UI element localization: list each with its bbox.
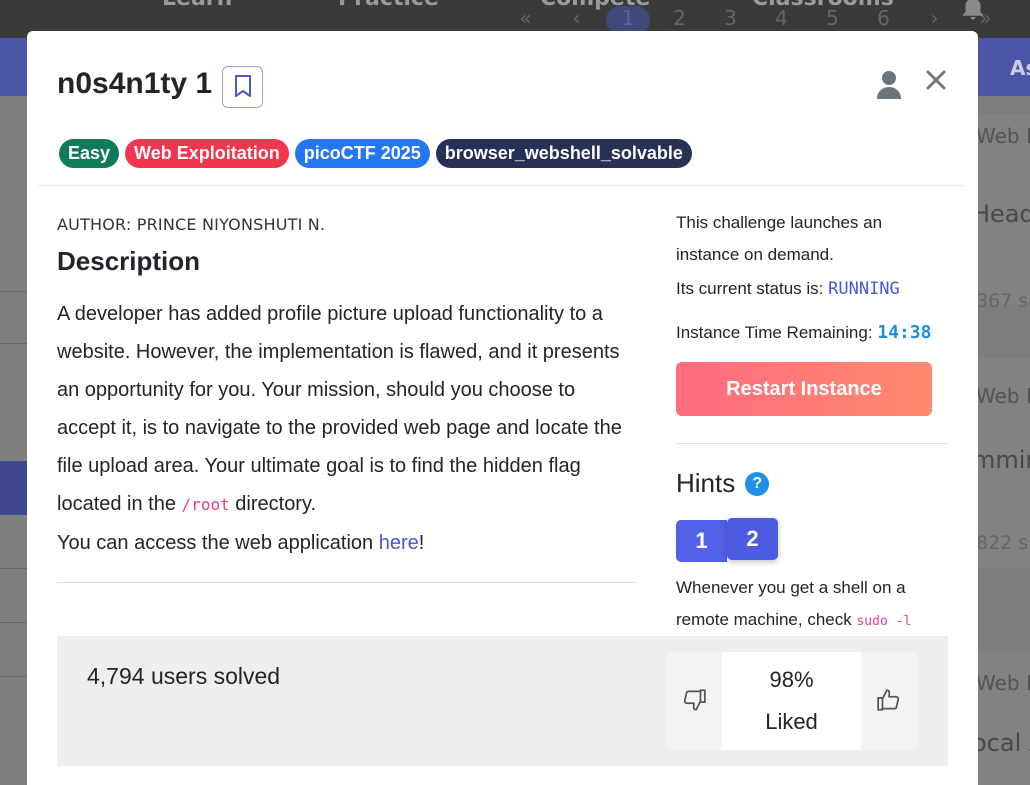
pager-page-3[interactable]: 3 [705,6,756,34]
nav-learn[interactable]: Learn [162,0,232,11]
hint-text: Whenever you get a shell on a remote mac… [676,578,912,629]
thumbs-down-button[interactable] [666,652,722,750]
thumbs-up-icon [876,687,902,716]
pager-first[interactable]: « [500,6,551,34]
pager-page-2[interactable]: 2 [654,6,705,34]
modal-footer: 4,794 users solved 98% Liked [57,636,948,766]
nav-practice[interactable]: Practice [338,0,439,11]
instance-sidebar: This challenge launches an instance on d… [676,207,948,638]
tag-category: Web Exploitation [125,139,289,168]
bookmark-icon [234,74,252,101]
users-solved: 4,794 users solved [87,663,281,689]
bell-icon[interactable] [958,0,988,28]
pager-prev[interactable]: ‹ [551,6,602,34]
description-heading: Description [57,246,201,276]
hints-heading: Hints ? [676,468,948,499]
tag-solvable: browser_webshell_solvable [435,139,692,168]
pager-page-1[interactable]: 1 [606,6,650,34]
background-left-panel [0,96,28,785]
tag-event: picoCTF 2025 [294,139,430,168]
challenge-title: n0s4n1ty 1 [57,67,213,100]
sudo-code: sudo -l [856,614,912,629]
background-card[interactable]: Web Exp mmin 822 s [978,358,1030,568]
instance-time-remaining: 14:38 [877,322,932,343]
pager-next[interactable]: › [909,6,960,34]
restart-instance-button[interactable]: Restart Instance [676,362,932,416]
challenge-modal: n0s4n1ty 1 Easy Web Exploitation picoCTF… [27,31,978,785]
liked-percent-value: 98% [769,667,814,692]
description-text: A developer has added profile picture up… [57,303,622,554]
liked-percentage: 98% Liked [722,652,861,750]
help-icon[interactable]: ? [745,471,770,496]
thumbs-down-icon [681,687,707,716]
challenge-author: AUTHOR: PRINCE NIYONSHUTI N. [57,215,326,234]
pager-page-4[interactable]: 4 [756,6,807,34]
pager-page-5[interactable]: 5 [807,6,858,34]
pager-page-6[interactable]: 6 [858,6,909,34]
rating-box: 98% Liked [666,652,918,750]
root-path-code: /root [181,495,230,514]
hint-tabs: 1 2 [676,518,948,562]
thumbs-up-button[interactable] [861,652,917,750]
instance-intro: This challenge launches an instance on d… [676,213,883,264]
instance-status: RUNNING [828,279,900,299]
background-card[interactable]: Web Exp ocal A [978,651,1030,785]
header-divider [38,185,966,186]
challenge-tags: Easy Web Exploitation picoCTF 2025 brows… [59,139,692,168]
instance-time-line: Instance Time Remaining: 14:38 [676,322,932,343]
tag-difficulty: Easy [59,139,120,168]
description-divider [57,582,637,583]
instance-status-line: Its current status is: RUNNING [676,279,900,299]
bookmark-button[interactable] [222,66,263,108]
hint-tab-2[interactable]: 2 [727,518,778,560]
sidebar-divider [676,443,948,444]
background-card[interactable]: Web Exp Head-d 367 so [978,114,1030,312]
close-icon[interactable] [922,65,950,95]
user-icon[interactable] [875,70,903,100]
background-header-text: As [1010,56,1030,80]
web-app-link[interactable]: here [379,532,419,554]
hint-tab-1[interactable]: 1 [676,520,727,562]
background-pager: « ‹ 1 2 3 4 5 6 › » [500,6,1011,34]
liked-label: Liked [765,709,818,734]
background-challenge-list: Web Exp Head-d 367 so Web Exp mmin 822 s… [978,96,1030,785]
